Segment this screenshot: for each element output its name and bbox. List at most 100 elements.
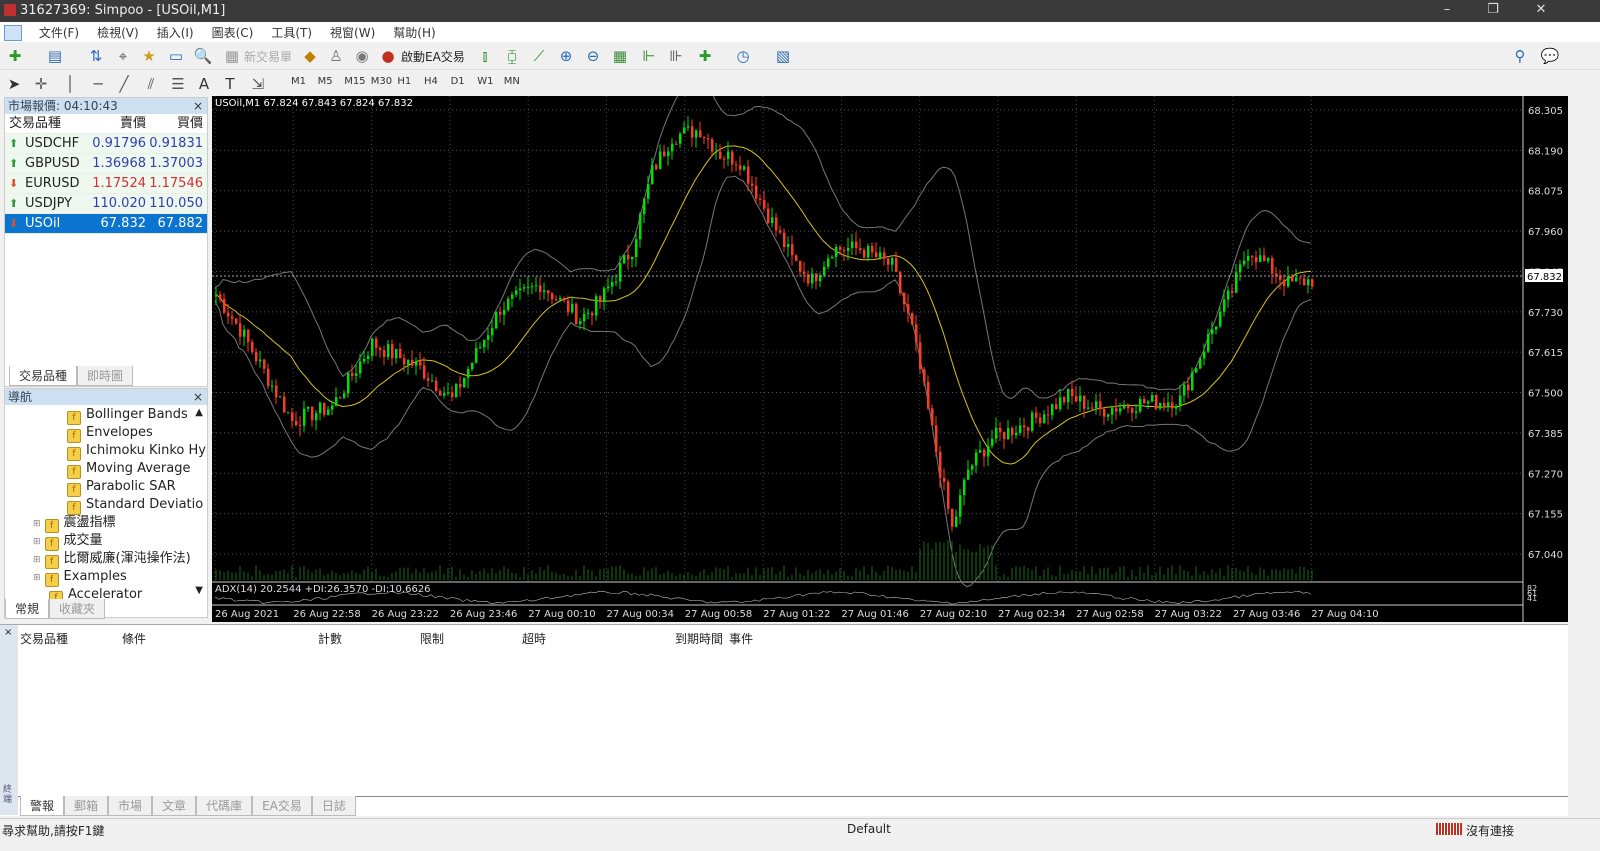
tab-tick-chart[interactable]: 即時圖 [77, 366, 134, 386]
autoscroll-icon[interactable]: ⊪ [666, 46, 686, 66]
menu-help[interactable]: 幫助(H) [384, 22, 444, 43]
navigator-group[interactable]: ⊞ f 成交量 [33, 532, 103, 551]
price-chart[interactable]: 68.30568.19068.07567.96067.84567.73067.6… [212, 75, 1568, 622]
market-watch-row[interactable]: ⬇ USOil 67.832 67.882 [5, 214, 207, 234]
periods-icon[interactable]: ◷ [733, 46, 753, 66]
line-chart-icon[interactable]: ⟋ [529, 46, 549, 66]
minimize-button[interactable]: – [1424, 2, 1470, 17]
navigator-indicator[interactable]: f Moving Average [67, 460, 190, 479]
terminal-tab[interactable]: EA交易 [252, 796, 312, 816]
column-header[interactable]: 到期時間 [675, 630, 723, 647]
terminal-tab[interactable]: 市場 [108, 796, 153, 816]
close-icon[interactable]: × [4, 627, 12, 638]
new-chart-icon[interactable]: ✚ [5, 46, 25, 66]
trendline-icon[interactable]: ╱ [114, 74, 134, 94]
menu-file[interactable]: 文件(F) [30, 22, 88, 43]
close-button[interactable]: ✕ [1518, 2, 1564, 17]
arrows-icon[interactable]: ⇲ [248, 74, 268, 94]
navigator-group[interactable]: ⊞ f Examples [33, 568, 127, 587]
timeframe-m15[interactable]: M15 [344, 76, 365, 87]
navigator-indicator[interactable]: f Standard Deviatio [67, 496, 203, 515]
horizontal-line-icon[interactable]: ─ [88, 74, 108, 94]
column-header[interactable]: 計數 [318, 630, 342, 647]
terminal-tab[interactable]: 文章 [152, 796, 197, 816]
navigator-icon[interactable]: ★ [139, 46, 159, 66]
timeframe-m1[interactable]: M1 [291, 76, 306, 87]
zoom-out-icon[interactable]: ⊖ [583, 46, 603, 66]
indicators-icon[interactable]: ✚ [695, 46, 715, 66]
expand-icon[interactable]: ⊞ [33, 537, 41, 547]
menu-charts[interactable]: 圖表(C) [203, 22, 263, 43]
close-icon[interactable]: × [193, 389, 203, 405]
scroll-down-icon[interactable]: ▼ [195, 585, 203, 596]
timeframe-w1[interactable]: W1 [477, 76, 493, 87]
new-order-button[interactable]: 新交易單 [244, 48, 292, 65]
vertical-line-icon[interactable]: │ [60, 74, 80, 94]
channel-icon[interactable]: ⫽ [141, 74, 161, 94]
menu-window[interactable]: 視窗(W) [321, 22, 384, 43]
user-icon[interactable]: ♙ [326, 46, 346, 66]
menu-view[interactable]: 檢視(V) [88, 22, 148, 43]
timeframe-h4[interactable]: H4 [424, 76, 438, 87]
templates-icon[interactable]: ▧ [773, 46, 793, 66]
autotrading-button[interactable]: 啟動EA交易 [401, 48, 465, 65]
timeframe-d1[interactable]: D1 [451, 76, 465, 87]
navigator-group[interactable]: ⊞ f 震盪指標 [33, 514, 116, 533]
terminal-tab[interactable]: 郵箱 [64, 796, 109, 816]
tile-windows-icon[interactable]: ▦ [610, 46, 630, 66]
chart-menu-icon[interactable] [4, 25, 22, 41]
expand-icon[interactable]: ⊞ [33, 573, 41, 583]
col-symbol[interactable]: 交易品種 [9, 114, 61, 134]
close-icon[interactable]: × [193, 98, 203, 114]
column-header[interactable]: 限制 [420, 630, 444, 647]
text-icon[interactable]: A [194, 74, 214, 94]
tab-common[interactable]: 常規 [5, 599, 50, 619]
chat-icon[interactable]: 💬 [1540, 46, 1560, 66]
market-watch-icon[interactable]: ⇅ [86, 46, 106, 66]
timeframe-m5[interactable]: M5 [318, 76, 333, 87]
navigator-group[interactable]: ⊞ f 比爾威廉(渾沌操作法) [33, 550, 191, 569]
navigator-indicator[interactable]: f Envelopes [67, 424, 153, 443]
expand-icon[interactable]: ⊞ [33, 519, 41, 529]
market-watch-row[interactable]: ⬆ USDCHF 0.91796 0.91831 [5, 134, 207, 154]
market-watch-row[interactable]: ⬇ EURUSD 1.17524 1.17546 [5, 174, 207, 194]
timeframe-m30[interactable]: M30 [371, 76, 392, 87]
terminal-tab[interactable]: 代碼庫 [196, 796, 253, 816]
metaeditor-icon[interactable]: ◆ [300, 46, 320, 66]
chart-shift-icon[interactable]: ⊩ [639, 46, 659, 66]
terminal-tab[interactable]: 警報 [20, 796, 65, 816]
column-header[interactable]: 交易品種 [20, 630, 68, 647]
timeframe-h1[interactable]: H1 [397, 76, 411, 87]
candlestick-icon[interactable]: ⧮ [502, 46, 522, 66]
scroll-up-icon[interactable]: ▲ [195, 407, 203, 418]
market-watch-row[interactable]: ⬆ USDJPY 110.020 110.050 [5, 194, 207, 214]
restore-button[interactable]: ❐ [1470, 2, 1516, 17]
profiles-icon[interactable]: ▤ [45, 46, 65, 66]
tab-favorites[interactable]: 收藏夾 [49, 599, 106, 619]
column-header[interactable]: 事件 [729, 630, 753, 647]
col-bid[interactable]: 賣價 [120, 114, 146, 134]
signals-icon[interactable]: ◉ [352, 46, 372, 66]
market-watch-row[interactable]: ⬆ GBPUSD 1.36968 1.37003 [5, 154, 207, 174]
text-label-icon[interactable]: T [220, 74, 240, 94]
navigator-indicator[interactable]: f Bollinger Bands [67, 406, 188, 425]
tab-symbols[interactable]: 交易品種 [9, 366, 78, 386]
menu-tools[interactable]: 工具(T) [262, 22, 321, 43]
menu-insert[interactable]: 插入(I) [148, 22, 203, 43]
crosshair-icon[interactable]: ✛ [31, 74, 51, 94]
expand-icon[interactable]: ⊞ [33, 555, 41, 565]
fibonacci-icon[interactable]: ☰ [168, 74, 188, 94]
column-header[interactable]: 超時 [522, 630, 546, 647]
column-header[interactable]: 條件 [122, 630, 146, 647]
navigator-indicator[interactable]: f Parabolic SAR [67, 478, 176, 497]
search-icon[interactable]: ⚲ [1510, 46, 1530, 66]
crosshair-data-icon[interactable]: ⌖ [113, 46, 133, 66]
bar-chart-icon[interactable]: ⫾ [475, 46, 495, 66]
cursor-icon[interactable]: ➤ [4, 74, 24, 94]
terminal-icon[interactable]: ▭ [166, 46, 186, 66]
navigator-indicator[interactable]: f Ichimoku Kinko Hy [67, 442, 206, 461]
terminal-tab[interactable]: 日誌 [311, 796, 356, 816]
col-ask[interactable]: 買價 [177, 114, 203, 134]
chart-canvas[interactable]: 68.30568.19068.07567.96067.84567.73067.6… [212, 75, 1568, 622]
zoom-in-icon[interactable]: ⊕ [556, 46, 576, 66]
